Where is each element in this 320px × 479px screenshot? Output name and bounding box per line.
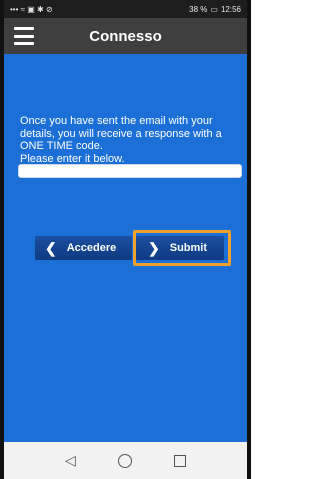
accedere-label: Accedere xyxy=(66,242,117,254)
app-bar: Connesso xyxy=(4,18,247,54)
device-frame-right xyxy=(247,0,251,479)
accedere-button[interactable]: ❮ Accedere xyxy=(35,236,132,260)
one-time-code-input[interactable] xyxy=(18,164,242,178)
nav-home-icon[interactable] xyxy=(117,453,132,468)
battery-level: 38 % xyxy=(189,4,208,14)
nav-recent-apps-icon[interactable] xyxy=(173,454,186,467)
instructions-line: details, you will receive a response wit… xyxy=(20,127,222,140)
chevron-left-icon: ❮ xyxy=(45,240,57,256)
instructions-line: ONE TIME code. xyxy=(20,140,103,152)
signal-icons: ••• ≈ ▣ ✱ ⊘ xyxy=(10,4,53,14)
clock: 12:56 xyxy=(220,4,241,14)
hamburger-menu-icon[interactable] xyxy=(14,27,34,45)
nav-back-icon[interactable]: ◁ xyxy=(65,452,76,469)
system-nav-bar: ◁ xyxy=(4,442,247,479)
battery-icon: ▭ xyxy=(210,4,218,14)
status-bar: ••• ≈ ▣ ✱ ⊘ 38 % ▭ 12:56 xyxy=(4,0,247,18)
submit-highlight-box xyxy=(133,230,231,266)
app-title: Connesso xyxy=(89,27,162,45)
main-panel: Once you have sent the email with your d… xyxy=(4,54,247,442)
instructions-text: Once you have sent the email with your d… xyxy=(20,115,237,165)
instructions-line: Once you have sent the email with your xyxy=(20,115,213,127)
